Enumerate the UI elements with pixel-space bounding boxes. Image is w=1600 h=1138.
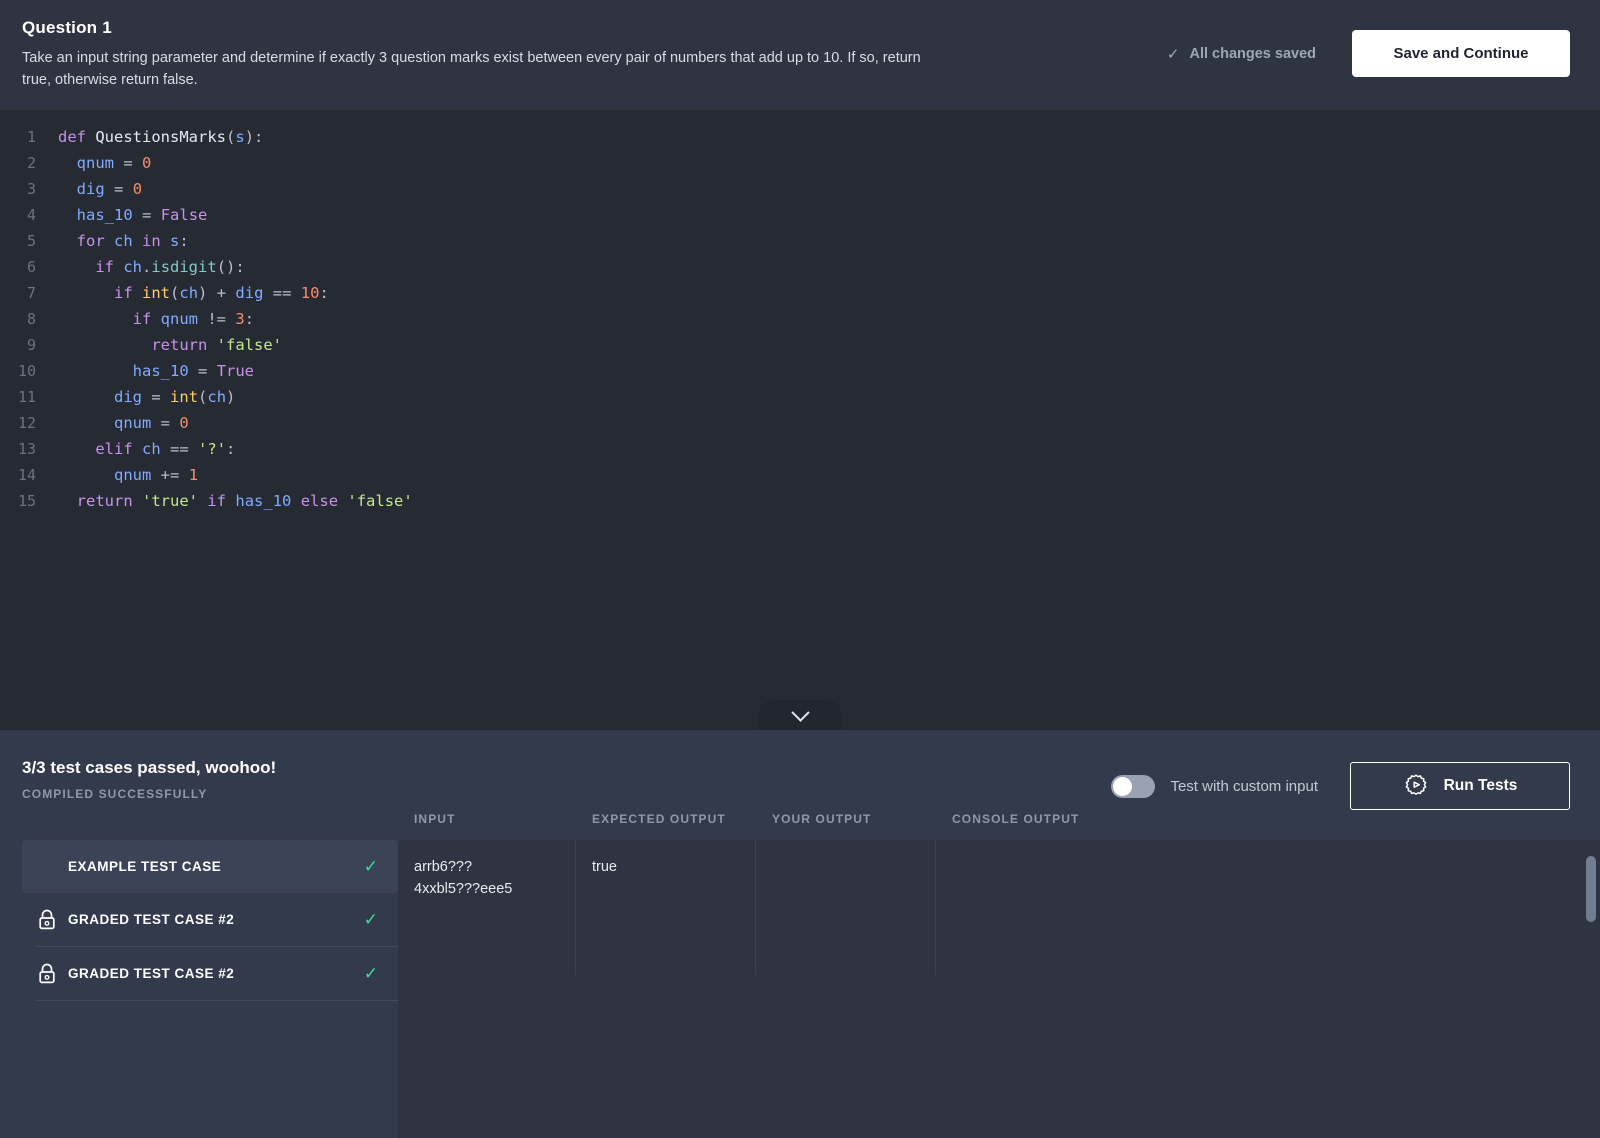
run-tests-button[interactable]: Run Tests	[1350, 762, 1570, 810]
line-number: 14	[17, 466, 36, 484]
pass-check-icon: ✓	[363, 909, 378, 929]
line-number: 3	[26, 180, 36, 198]
line-number: 15	[17, 492, 36, 510]
test-case-label: GRADED TEST CASE #2	[68, 966, 235, 981]
custom-input-toggle[interactable]: Test with custom input	[1111, 774, 1318, 798]
column-header-console-output: CONSOLE OUTPUT	[952, 812, 1080, 826]
line-number: 13	[17, 440, 36, 458]
code-line: 1 def QuestionsMarks(s):	[0, 128, 1600, 154]
test-case-list: EXAMPLE TEST CASE ✓ GRADED TEST CASE #2	[0, 840, 398, 1138]
input-value-line2: 4xxbl5???eee5	[414, 881, 513, 897]
code-line-content[interactable]: elif ch == '?':	[58, 440, 1600, 466]
test-table-headers: INPUT EXPECTED OUTPUT YOUR OUTPUT CONSOL…	[398, 812, 1600, 840]
code-line-content[interactable]: def QuestionsMarks(s):	[58, 128, 1600, 154]
line-number: 10	[17, 362, 36, 380]
custom-input-toggle-label: Test with custom input	[1170, 777, 1318, 795]
saved-status-label: All changes saved	[1189, 45, 1316, 62]
line-number: 11	[17, 388, 36, 406]
lock-icon	[36, 908, 60, 932]
test-results-panel: 3/3 test cases passed, woohoo! COMPILED …	[0, 730, 1600, 1138]
test-case-label: EXAMPLE TEST CASE	[68, 859, 222, 874]
code-lines: 1 def QuestionsMarks(s): 2 qnum = 0 3 di…	[0, 128, 1600, 518]
header-actions: ✓ All changes saved Save and Continue	[1167, 30, 1570, 77]
save-and-continue-button[interactable]: Save and Continue	[1352, 30, 1570, 77]
code-line: 12 qnum = 0	[0, 414, 1600, 440]
line-number: 2	[26, 154, 36, 172]
test-panel-actions: Test with custom input Run Tests	[1111, 762, 1570, 810]
code-line-content[interactable]: qnum = 0	[58, 414, 1600, 440]
test-detail-grid: arrb6??? 4xxbl5???eee5 true	[398, 840, 1600, 1138]
cell-input: arrb6??? 4xxbl5???eee5	[398, 840, 576, 975]
results-scrollbar[interactable]	[1586, 840, 1596, 1138]
expected-output-value: true	[592, 859, 617, 875]
code-line: 9 return 'false'	[0, 336, 1600, 362]
test-case-row-graded-2[interactable]: GRADED TEST CASE #2 ✓	[22, 947, 398, 1000]
toggle-track[interactable]	[1111, 774, 1156, 798]
line-number: 1	[26, 128, 36, 146]
collapse-panel-toggle[interactable]	[758, 700, 842, 730]
line-number: 8	[26, 310, 36, 328]
code-line: 3 dig = 0	[0, 180, 1600, 206]
column-header-input: INPUT	[414, 812, 456, 826]
status-badge: ✓ All changes saved	[1167, 45, 1316, 63]
line-number: 6	[26, 258, 36, 276]
code-line: 13 elif ch == '?':	[0, 440, 1600, 466]
code-line: 5 for ch in s:	[0, 232, 1600, 258]
line-number: 4	[26, 206, 36, 224]
line-number: 12	[17, 414, 36, 432]
chevron-down-icon	[790, 702, 810, 722]
code-line-content[interactable]: for ch in s:	[58, 232, 1600, 258]
code-line-content[interactable]: if ch.isdigit():	[58, 258, 1600, 284]
pass-check-icon: ✓	[363, 856, 378, 876]
code-line-content[interactable]: if int(ch) + dig == 10:	[58, 284, 1600, 310]
code-line: 4 has_10 = False	[0, 206, 1600, 232]
test-rows-area: EXAMPLE TEST CASE ✓ GRADED TEST CASE #2	[0, 840, 1600, 1138]
toggle-knob	[1113, 776, 1133, 796]
lock-icon	[36, 962, 60, 986]
test-case-label: GRADED TEST CASE #2	[68, 912, 235, 927]
run-tests-label: Run Tests	[1443, 777, 1518, 794]
cell-console-output	[936, 840, 1600, 975]
scrollbar-thumb[interactable]	[1586, 856, 1596, 922]
code-challenge-app: Question 1 Take an input string paramete…	[0, 0, 1600, 1138]
list-divider	[36, 1000, 398, 1001]
code-line: 11 dig = int(ch)	[0, 388, 1600, 414]
line-number: 5	[26, 232, 36, 250]
code-line-content[interactable]: dig = 0	[58, 180, 1600, 206]
code-line-content[interactable]: return 'false'	[58, 336, 1600, 362]
test-results-toolbar: 3/3 test cases passed, woohoo! COMPILED …	[0, 730, 1600, 812]
code-line-content[interactable]: return 'true' if has_10 else 'false'	[58, 492, 1600, 518]
test-results-body: INPUT EXPECTED OUTPUT YOUR OUTPUT CONSOL…	[0, 812, 1600, 1138]
cell-your-output	[756, 840, 936, 975]
line-number: 9	[26, 336, 36, 354]
code-line: 2 qnum = 0	[0, 154, 1600, 180]
code-line-content[interactable]: qnum = 0	[58, 154, 1600, 180]
pass-check-icon: ✓	[363, 963, 378, 983]
question-description: Take an input string parameter and deter…	[22, 50, 921, 88]
code-line: 7 if int(ch) + dig == 10:	[0, 284, 1600, 310]
column-header-your-output: YOUR OUTPUT	[772, 812, 872, 826]
gear-play-icon	[1405, 774, 1426, 795]
code-line-content[interactable]: if qnum != 3:	[58, 310, 1600, 336]
code-line: 14 qnum += 1	[0, 466, 1600, 492]
column-header-expected-output: EXPECTED OUTPUT	[592, 812, 726, 826]
code-line-content[interactable]: has_10 = True	[58, 362, 1600, 388]
line-number: 7	[26, 284, 36, 302]
test-case-row-example[interactable]: EXAMPLE TEST CASE ✓	[22, 840, 398, 893]
input-value-line1: arrb6???	[414, 859, 473, 875]
code-line-content[interactable]: has_10 = False	[58, 206, 1600, 232]
code-line: 8 if qnum != 3:	[0, 310, 1600, 336]
code-line: 6 if ch.isdigit():	[0, 258, 1600, 284]
cell-expected-output: true	[576, 840, 756, 975]
code-line: 15 return 'true' if has_10 else 'false'	[0, 492, 1600, 518]
code-editor[interactable]: 1 def QuestionsMarks(s): 2 qnum = 0 3 di…	[0, 110, 1600, 730]
code-line-content[interactable]: dig = int(ch)	[58, 388, 1600, 414]
code-line: 10 has_10 = True	[0, 362, 1600, 388]
page-title: Question 1	[22, 18, 112, 37]
question-header-text: Question 1 Take an input string paramete…	[22, 18, 982, 91]
question-header: Question 1 Take an input string paramete…	[0, 0, 1600, 110]
code-line-content[interactable]: qnum += 1	[58, 466, 1600, 492]
test-case-row-graded-1[interactable]: GRADED TEST CASE #2 ✓	[22, 893, 398, 946]
check-icon: ✓	[1166, 45, 1180, 63]
